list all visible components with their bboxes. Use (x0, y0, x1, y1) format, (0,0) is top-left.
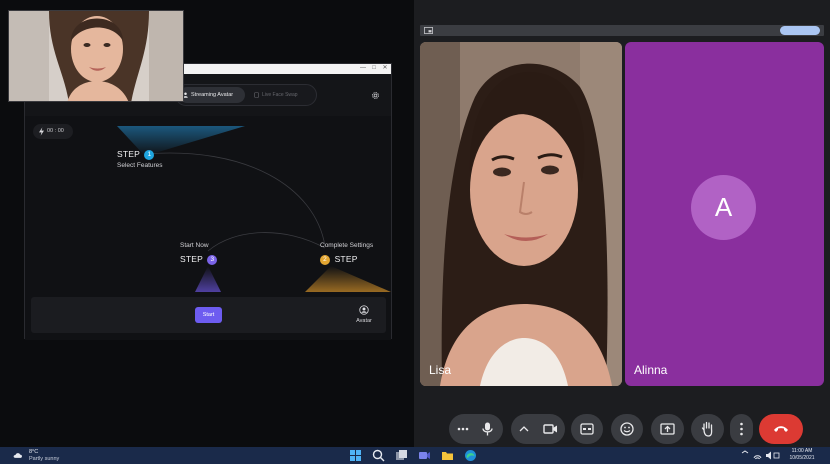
step3-beam (195, 266, 221, 292)
weather-description: Partly sunny (29, 456, 60, 462)
participant-name-lisa: Lisa (429, 363, 452, 377)
flow-arc-1-2 (144, 152, 326, 247)
more-mic-group (449, 414, 503, 444)
shared-screen-pane: — □ ✕ Streaming Avatar Live Face Swap 00… (0, 0, 414, 447)
avatar-app-window: — □ ✕ Streaming Avatar Live Face Swap 00… (24, 63, 392, 340)
camera-group (511, 414, 565, 444)
emoji-button[interactable] (611, 414, 643, 444)
timer-value: 00 : 00 (47, 128, 64, 134)
settings-gear-icon[interactable] (371, 91, 380, 100)
step-3-label: STEP 3 (180, 254, 218, 265)
timer-chip: 00 : 00 (33, 124, 73, 139)
face-swap-icon (254, 92, 259, 98)
present-screen-button[interactable] (651, 414, 684, 444)
step-2-badge: 2 (320, 254, 330, 265)
weather-temperature: 8°C (29, 449, 39, 455)
vertical-dots-icon (740, 422, 743, 436)
meeting-topbar (420, 25, 824, 36)
lightning-icon (39, 127, 44, 136)
captions-icon (580, 423, 594, 435)
tab-label: Streaming Avatar (191, 92, 234, 98)
microphone-icon[interactable] (482, 422, 493, 436)
mode-tabs: Streaming Avatar Live Face Swap (175, 84, 317, 106)
raise-hand-icon (701, 421, 713, 437)
file-explorer-icon[interactable] (441, 449, 454, 462)
participant-video-lisa (420, 42, 622, 386)
system-tray-icons[interactable] (740, 450, 780, 461)
self-view-portrait (9, 11, 183, 101)
step-3-caption: Start Now (180, 242, 209, 249)
start-button[interactable]: Start (195, 307, 222, 323)
avatar-icon (359, 305, 369, 315)
app-bottom-bar: Start Avatar (31, 297, 386, 333)
step-2-label: 2 STEP (320, 254, 358, 265)
menu-button[interactable] (730, 414, 753, 444)
captions-button[interactable] (571, 414, 603, 444)
flow-arc-2-3 (207, 232, 326, 252)
meeting-info-pill[interactable] (780, 26, 820, 35)
clock[interactable]: 11:00 AM 10/05/2021 (782, 448, 822, 462)
self-view-video (8, 10, 184, 102)
avatar-label: Avatar (356, 318, 372, 324)
raise-hand-button[interactable] (691, 414, 724, 444)
emoji-icon (620, 422, 634, 436)
step2-beam (305, 266, 391, 292)
tab-streaming-avatar[interactable]: Streaming Avatar (179, 87, 245, 103)
meet-app-icon[interactable] (418, 449, 431, 462)
windows-start-icon[interactable] (349, 449, 362, 462)
more-options-icon[interactable] (457, 426, 469, 432)
os-taskbar: 8°C Partly sunny 11:00 AM 10/05/2021 (0, 447, 830, 464)
meeting-controls (414, 414, 830, 446)
camera-icon[interactable] (543, 423, 558, 435)
participant-tile-lisa[interactable]: Lisa (420, 42, 622, 386)
avatar-button[interactable]: Avatar (353, 305, 375, 327)
weather-widget[interactable]: 8°C Partly sunny (13, 449, 73, 463)
picture-in-picture-icon[interactable] (424, 27, 433, 34)
search-icon[interactable] (372, 449, 385, 462)
end-call-button[interactable] (759, 414, 803, 444)
edge-browser-icon[interactable] (464, 449, 477, 462)
step-2-caption: Complete Settings (320, 242, 374, 249)
step-1-label: STEP 1 (117, 149, 155, 160)
task-view-icon[interactable] (395, 449, 408, 462)
clock-time: 11:00 AM (791, 448, 813, 454)
chevron-up-icon[interactable] (519, 426, 529, 432)
clock-date: 10/05/2021 (789, 455, 815, 461)
screen: — □ ✕ Streaming Avatar Live Face Swap 00… (0, 0, 830, 464)
tab-live-face-swap[interactable]: Live Face Swap (252, 87, 314, 103)
step-1-caption: Select Features (117, 162, 163, 169)
meeting-pane: Lisa A Alinna (414, 0, 830, 447)
tab-label: Live Face Swap (262, 92, 298, 98)
end-call-icon (774, 426, 788, 432)
maximize-button[interactable]: □ (370, 65, 378, 72)
step-1-badge: 1 (144, 149, 155, 160)
cloud-icon (13, 453, 22, 458)
steps-canvas: 00 : 00 STEP 1 Select Features Start Now… (25, 116, 391, 340)
participant-tile-alinna[interactable]: A Alinna (625, 42, 824, 386)
minimize-button[interactable]: — (359, 65, 367, 72)
step-3-badge: 3 (207, 254, 218, 265)
close-button[interactable]: ✕ (381, 65, 389, 72)
present-icon (660, 423, 675, 435)
participant-avatar-alinna: A (691, 175, 756, 240)
participant-name-alinna: Alinna (634, 363, 668, 377)
